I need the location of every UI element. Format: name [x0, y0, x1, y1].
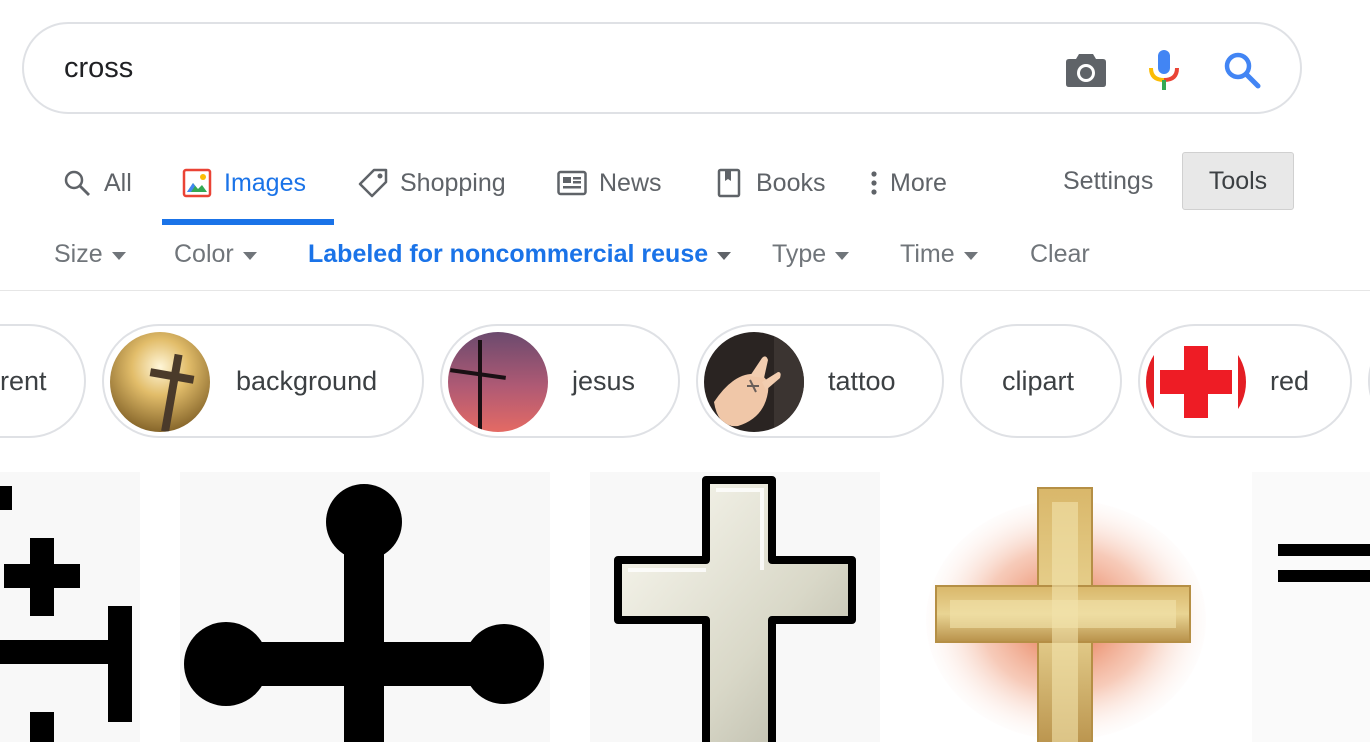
chip-label: red	[1270, 365, 1310, 396]
tab-shopping[interactable]: Shopping	[358, 140, 506, 226]
tab-images[interactable]: Images	[182, 140, 306, 226]
tab-all[interactable]: All	[62, 140, 132, 226]
tab-books-label: Books	[756, 168, 826, 197]
filter-size[interactable]: Size	[54, 228, 126, 280]
chip-thumbnail	[448, 332, 548, 432]
caret-down-icon	[242, 251, 257, 260]
tools-button[interactable]: Tools	[1182, 152, 1294, 210]
chip-label: jesus	[572, 365, 636, 396]
chip-red[interactable]: red	[1138, 324, 1352, 438]
filter-time[interactable]: Time	[900, 228, 978, 280]
image-result[interactable]	[1252, 472, 1370, 742]
chip-label: rent	[0, 365, 47, 396]
settings-link[interactable]: Settings	[1063, 140, 1153, 222]
camera-icon[interactable]	[1064, 48, 1108, 92]
caret-down-icon	[717, 251, 732, 260]
newspaper-icon	[557, 168, 587, 198]
caret-down-icon	[835, 251, 850, 260]
filter-color-label: Color	[174, 239, 234, 268]
chip-label: clipart	[1002, 365, 1075, 396]
chip-clipart[interactable]: clipart	[960, 324, 1122, 438]
tab-more[interactable]: More	[868, 140, 947, 226]
divider	[0, 290, 1370, 291]
image-result[interactable]	[920, 472, 1212, 742]
image-result[interactable]	[590, 472, 880, 742]
filter-type-label: Type	[772, 239, 827, 268]
image-icon	[182, 168, 212, 198]
search-box[interactable]	[22, 22, 1302, 114]
bottony-cross-image	[184, 484, 544, 742]
active-tab-indicator	[162, 219, 334, 225]
caret-down-icon	[111, 251, 126, 260]
jerusalem-cross-image	[0, 486, 132, 742]
filter-color[interactable]: Color	[174, 228, 257, 280]
chip-label: background	[236, 365, 378, 396]
beveled-cross-image	[614, 476, 856, 742]
filter-usage-rights-label: Labeled for noncommercial reuse	[308, 239, 709, 268]
search-tabs: All Images Shopping News Books More	[0, 140, 1370, 226]
chip-label: tattoo	[828, 365, 896, 396]
golden-cross-image	[926, 487, 1206, 742]
related-search-chips: rent background jesus tattoo clipart red	[0, 322, 1370, 442]
search-icon	[62, 168, 92, 198]
filter-clear[interactable]: Clear	[1030, 228, 1090, 280]
chip-background[interactable]: background	[102, 324, 424, 438]
image-results-grid	[0, 472, 1370, 742]
image-result[interactable]	[0, 472, 140, 742]
image-result[interactable]	[180, 472, 550, 742]
filter-type[interactable]: Type	[772, 228, 850, 280]
more-vert-icon	[868, 168, 880, 198]
filter-size-label: Size	[54, 239, 103, 268]
search-input[interactable]	[64, 48, 964, 88]
filter-usage-rights[interactable]: Labeled for noncommercial reuse	[308, 228, 732, 280]
caret-down-icon	[963, 251, 978, 260]
chip-thumbnail	[1146, 332, 1246, 432]
tab-news[interactable]: News	[557, 140, 662, 226]
chip-tattoo[interactable]: tattoo	[696, 324, 944, 438]
tab-shopping-label: Shopping	[400, 168, 506, 197]
mic-icon[interactable]	[1142, 48, 1186, 92]
chip-jesus[interactable]: jesus	[440, 324, 680, 438]
tab-news-label: News	[599, 168, 662, 197]
tab-all-label: All	[104, 168, 132, 197]
chip-rent[interactable]: rent	[0, 324, 86, 438]
filter-time-label: Time	[900, 239, 955, 268]
tools-filter-bar: Size Color Labeled for noncommercial reu…	[0, 228, 1370, 280]
chip-thumbnail	[704, 332, 804, 432]
tag-icon	[358, 168, 388, 198]
search-icon[interactable]	[1220, 48, 1264, 92]
tab-images-label: Images	[224, 168, 306, 197]
tab-books[interactable]: Books	[714, 140, 825, 226]
chip-thumbnail	[110, 332, 210, 432]
tab-more-label: More	[890, 168, 947, 197]
partial-cross-image	[1278, 544, 1370, 582]
book-icon	[714, 168, 744, 198]
